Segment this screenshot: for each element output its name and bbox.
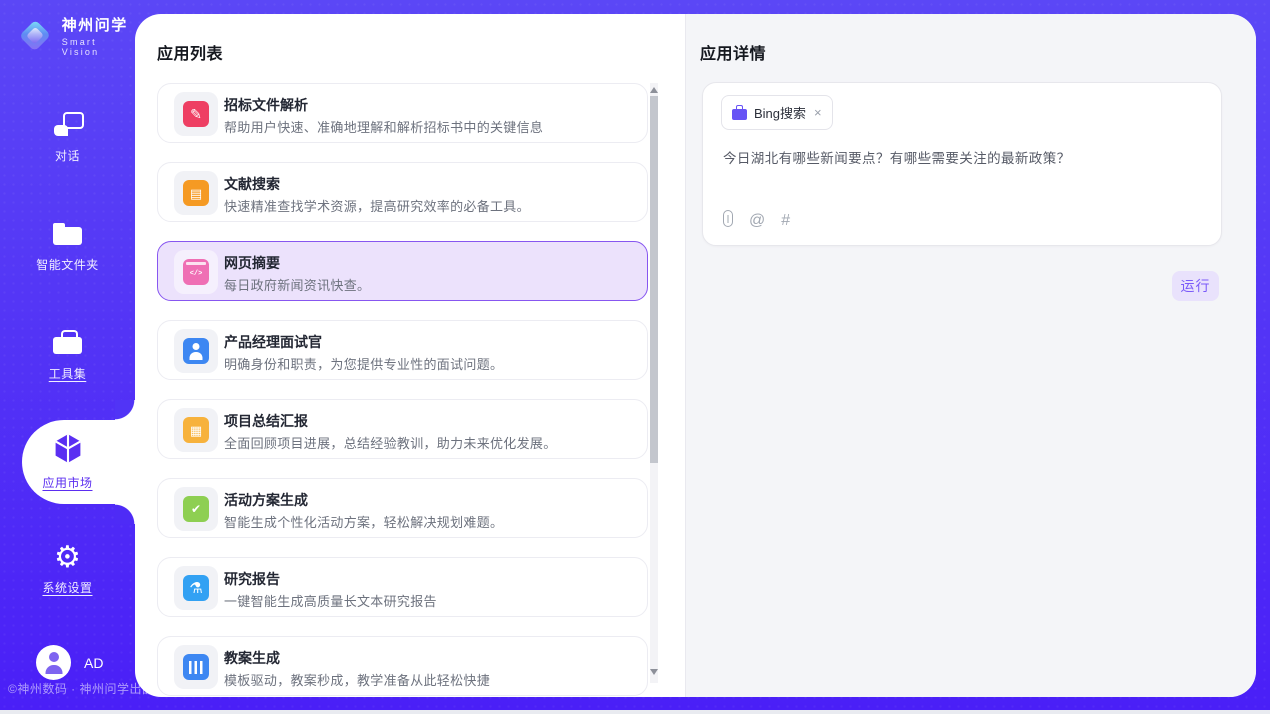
app-card-desc: 帮助用户快速、准确地理解和解析招标书中的关键信息 (224, 117, 543, 136)
app-card-title: 活动方案生成 (224, 490, 308, 510)
app-card-webpage-summary[interactable]: </> 网页摘要 每日政府新闻资讯快查。 (157, 241, 648, 301)
run-button[interactable]: 运行 (1172, 271, 1219, 301)
interviewer-icon (183, 338, 209, 364)
mention-icon[interactable]: @ (749, 212, 765, 230)
app-card-project-summary[interactable]: ▦ 项目总结汇报 全面回顾项目进展，总结经验教训，助力未来优化发展。 (157, 399, 648, 459)
user-label: AD (84, 655, 103, 671)
chat-icon (54, 108, 82, 140)
app-card-desc: 全面回顾项目进展，总结经验教训，助力未来优化发展。 (224, 433, 557, 452)
gear-icon: ⚙ (54, 542, 81, 574)
notes-icon: ▦ (183, 417, 209, 443)
sidebar-item-chat[interactable]: 对话 (0, 108, 135, 164)
book-icon: ▤ (183, 180, 209, 206)
sidebar-item-toolset[interactable]: 工具集 (0, 326, 135, 382)
app-window: 神州问学 Smart Vision 对话 智能文件夹 工具集 应用市场 ⚙ 系统… (0, 0, 1270, 714)
attachment-icon[interactable] (723, 210, 733, 232)
main-panel: 应用列表 ✎ 招标文件解析 帮助用户快速、准确地理解和解析招标书中的关键信息 ▤… (135, 14, 1256, 697)
app-card-desc: 每日政府新闻资讯快查。 (224, 275, 370, 294)
app-card-lesson-plan[interactable]: 教案生成 模板驱动，教案秒成，教学准备从此轻松快捷 (157, 636, 648, 696)
user-row[interactable]: AD (36, 645, 103, 680)
brand-tagline: Smart Vision (62, 37, 135, 57)
sidebar-item-settings[interactable]: ⚙ 系统设置 (0, 542, 135, 596)
app-card-pm-interviewer[interactable]: 产品经理面试官 明确身份和职责，为您提供专业性的面试问题。 (157, 320, 648, 380)
app-list: ✎ 招标文件解析 帮助用户快速、准确地理解和解析招标书中的关键信息 ▤ 文献搜索… (157, 83, 648, 697)
app-detail-title: 应用详情 (700, 40, 766, 64)
app-card-literature-search[interactable]: ▤ 文献搜索 快速精准查找学术资源，提高研究效率的必备工具。 (157, 162, 648, 222)
window-bottom-edge (0, 710, 1270, 714)
app-card-research-report[interactable]: ⚗ 研究报告 一键智能生成高质量长文本研究报告 (157, 557, 648, 617)
sidebar-item-app-market[interactable]: 应用市场 (0, 432, 135, 491)
prompt-toolbar: @# (723, 210, 790, 232)
scroll-down-icon[interactable] (650, 669, 658, 675)
app-card-desc: 快速精准查找学术资源，提高研究效率的必备工具。 (224, 196, 530, 215)
app-card-title: 产品经理面试官 (224, 332, 322, 352)
sidebar: 神州问学 Smart Vision 对话 智能文件夹 工具集 应用市场 ⚙ 系统… (0, 0, 135, 710)
person-icon (36, 645, 71, 680)
tool-tag-label: Bing搜索 (754, 103, 806, 122)
folder-icon (53, 218, 82, 250)
scrollbar[interactable] (650, 83, 658, 683)
brand-name: 神州问学 (62, 14, 135, 35)
prompt-card: Bing搜索 × 今日湖北有哪些新闻要点？有哪些需要关注的最新政策？ @# (702, 82, 1222, 246)
prompt-input[interactable]: 今日湖北有哪些新闻要点？有哪些需要关注的最新政策？ (723, 147, 1203, 167)
app-card-desc: 模板驱动，教案秒成，教学准备从此轻松快捷 (224, 670, 490, 689)
app-card-desc: 智能生成个性化活动方案，轻松解决规划难题。 (224, 512, 503, 531)
scrollbar-thumb[interactable] (650, 96, 658, 463)
app-list-title: 应用列表 (157, 40, 223, 64)
briefcase-icon (732, 109, 747, 120)
app-card-bid-doc-parse[interactable]: ✎ 招标文件解析 帮助用户快速、准确地理解和解析招标书中的关键信息 (157, 83, 648, 143)
tool-tag-bing-search[interactable]: Bing搜索 × (721, 95, 833, 130)
books-icon (183, 654, 209, 680)
webpage-icon: </> (183, 259, 209, 285)
toolbox-icon (53, 326, 82, 358)
clipboard-check-icon: ✔ (183, 496, 209, 522)
brand-logo: 神州问学 Smart Vision (18, 14, 135, 57)
scroll-up-icon[interactable] (650, 87, 658, 93)
app-card-event-plan[interactable]: ✔ 活动方案生成 智能生成个性化活动方案，轻松解决规划难题。 (157, 478, 648, 538)
app-card-title: 文献搜索 (224, 174, 280, 194)
copyright-text: ©神州数码 · 神州问学出品 (8, 680, 155, 697)
close-icon[interactable]: × (814, 105, 822, 120)
hash-icon[interactable]: # (781, 212, 790, 230)
sidebar-item-smart-folder[interactable]: 智能文件夹 (0, 218, 135, 273)
brand-diamond-icon (19, 20, 51, 52)
app-card-title: 教案生成 (224, 648, 280, 668)
app-card-title: 项目总结汇报 (224, 411, 308, 431)
app-card-title: 研究报告 (224, 569, 280, 589)
app-card-title: 招标文件解析 (224, 95, 308, 115)
app-card-desc: 一键智能生成高质量长文本研究报告 (224, 591, 437, 610)
cube-icon (53, 432, 83, 464)
app-card-title: 网页摘要 (224, 253, 280, 273)
app-card-desc: 明确身份和职责，为您提供专业性的面试问题。 (224, 354, 503, 373)
edit-icon: ✎ (183, 101, 209, 127)
research-icon: ⚗ (183, 575, 209, 601)
